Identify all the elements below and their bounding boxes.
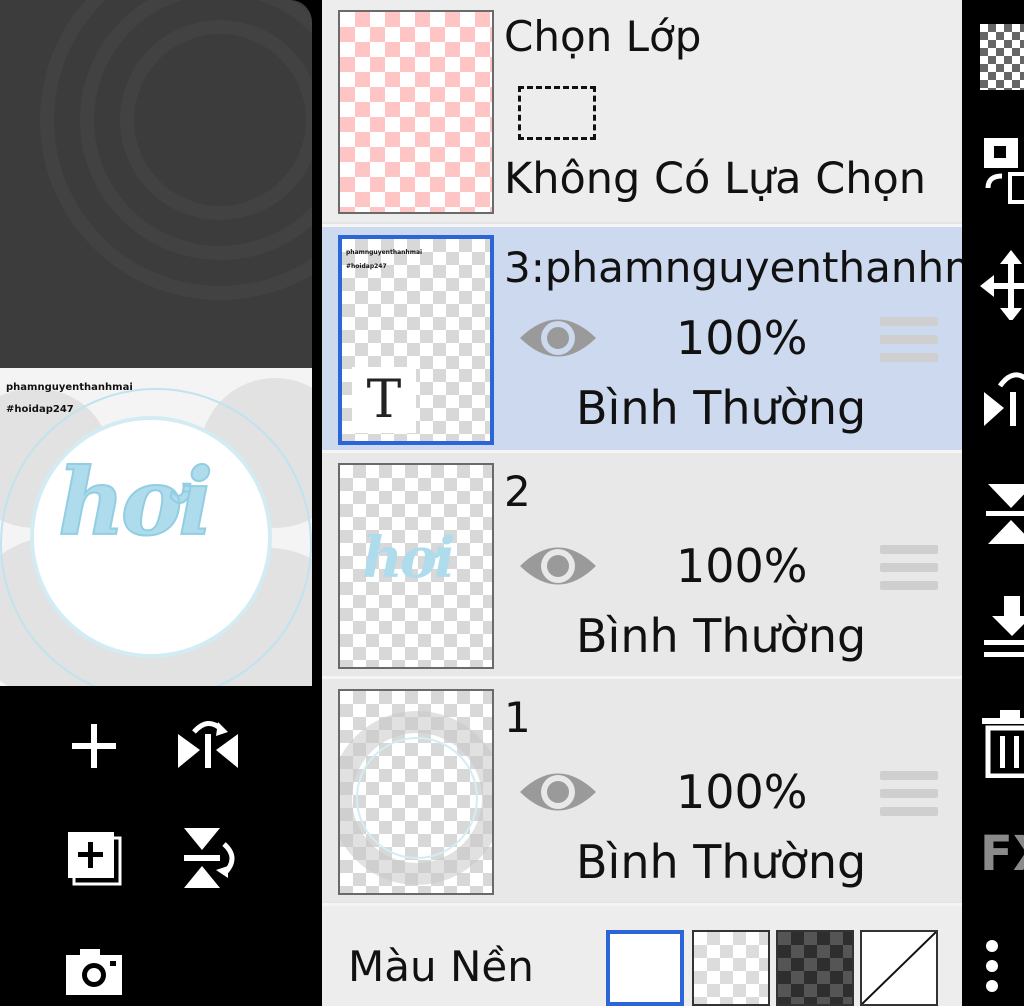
layer-opacity-2[interactable]: 100% <box>676 539 808 593</box>
bg-swatch-white[interactable] <box>606 930 684 1006</box>
thumb-text-1: phamnguyenthanhmai <box>346 249 423 256</box>
import-icon[interactable] <box>980 590 1024 660</box>
text-layer-badge: T <box>352 367 416 433</box>
layer-name-3: 3:phamnguyenthanhmai <box>504 243 1023 292</box>
visibility-eye-icon[interactable] <box>518 767 598 817</box>
canvas-view[interactable] <box>0 0 312 368</box>
layer-row-1[interactable]: 1 100% Bình Thường <box>322 676 962 902</box>
layer-row-2[interactable]: hơi 2 100% Bình Thường <box>322 450 962 676</box>
flip-icon[interactable] <box>980 362 1024 432</box>
visibility-eye-icon[interactable] <box>518 313 598 363</box>
layers-panel: Chọn Lớp Không Có Lựa Chọn phamnguyentha… <box>322 0 1022 1006</box>
bg-swatch-transparent-dark[interactable] <box>776 930 854 1006</box>
checker-icon[interactable] <box>980 24 1024 90</box>
thumb-artwork: hơi <box>362 525 455 591</box>
layer-name-2: 2 <box>504 467 531 516</box>
layer-blend-mode-2[interactable]: Bình Thường <box>576 609 866 663</box>
layer-thumbnail-1 <box>338 689 494 895</box>
more-icon[interactable] <box>980 936 1024 1006</box>
visibility-eye-icon[interactable] <box>518 541 598 591</box>
layer-actions-toolbar <box>0 686 312 1006</box>
watermark-hashtag: #hoidap247 <box>6 404 74 415</box>
thumb-text-2: #hoidap247 <box>346 263 387 270</box>
layer-move-icon[interactable] <box>980 136 1024 206</box>
bg-swatch-transparent-light[interactable] <box>692 930 770 1006</box>
drag-handle-icon[interactable] <box>880 317 938 371</box>
drag-handle-icon[interactable] <box>880 771 938 825</box>
merge-down-icon[interactable] <box>980 478 1024 548</box>
trash-icon[interactable] <box>980 708 1024 778</box>
add-layer-icon[interactable] <box>62 714 126 778</box>
layer-row-3[interactable]: phamnguyenthanhmai #hoidap247 T 3:phamng… <box>322 224 1022 450</box>
selection-thumbnail <box>338 10 494 214</box>
selection-status: Không Có Lựa Chọn <box>504 154 927 204</box>
selection-marquee-icon <box>518 86 596 140</box>
layer-blend-mode-3[interactable]: Bình Thường <box>576 381 866 435</box>
layer-thumbnail-3: phamnguyenthanhmai #hoidap247 T <box>338 235 494 445</box>
add-copy-icon[interactable] <box>62 826 126 890</box>
fx-icon[interactable]: FX <box>980 826 1024 896</box>
flip-vertical-icon[interactable] <box>176 826 240 890</box>
layer-opacity-1[interactable]: 100% <box>676 765 808 819</box>
background-color-row: Màu Nền <box>322 903 962 1006</box>
right-toolbar: FX <box>962 0 1024 1006</box>
background-label: Màu Nền <box>348 942 534 991</box>
layer-opacity-3[interactable]: 100% <box>676 311 808 365</box>
layer-thumbnail-2: hơi <box>338 463 494 669</box>
bg-swatch-none[interactable] <box>860 930 938 1006</box>
flip-horizontal-icon[interactable] <box>176 714 240 778</box>
move-icon[interactable] <box>980 250 1024 320</box>
layer-name-1: 1 <box>504 693 531 742</box>
selection-layer-row[interactable]: Chọn Lớp Không Có Lựa Chọn <box>322 0 962 222</box>
camera-icon[interactable] <box>62 940 126 1004</box>
selection-layer-title: Chọn Lớp <box>504 12 702 61</box>
artwork-text: hơi <box>57 447 214 557</box>
layer-blend-mode-1[interactable]: Bình Thường <box>576 835 866 889</box>
watermark-name: phamnguyenthanhmai <box>6 382 133 393</box>
drag-handle-icon[interactable] <box>880 545 938 599</box>
canvas-preview[interactable]: hơi phamnguyenthanhmai #hoidap247 <box>0 368 312 686</box>
